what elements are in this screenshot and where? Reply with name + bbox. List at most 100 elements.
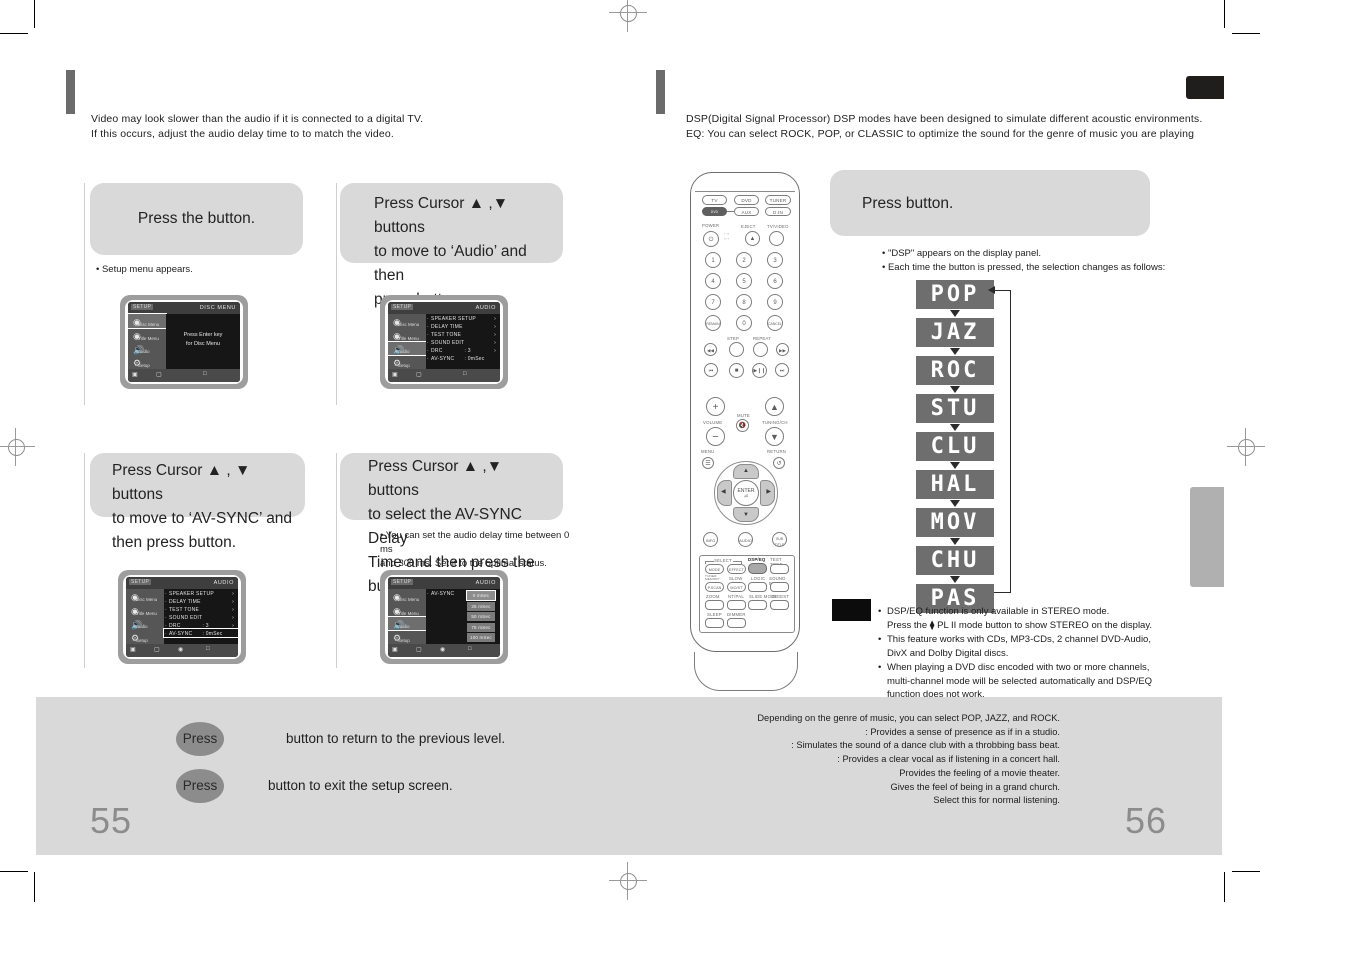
screen3-side-title-menu[interactable]: ◉ Title Menu <box>126 603 164 617</box>
menu-row[interactable]: · TEST TONE › <box>164 605 238 613</box>
crop-mark-tl-v <box>34 0 35 28</box>
remote-button-testtone[interactable] <box>770 564 789 574</box>
remote-button-remain[interactable]: REMAIN <box>705 315 721 331</box>
sequence-arrow-icon <box>916 575 994 584</box>
remote-button-zoom[interactable] <box>705 600 724 610</box>
left-intro-text: Video may look slower than the audio if … <box>91 113 424 140</box>
remote-button-volume-up[interactable]: + <box>706 397 725 416</box>
remote-button-mode[interactable]: MODE <box>705 564 724 574</box>
remote-button-next-track[interactable]: ⏭ <box>775 363 789 377</box>
remote-button-dimmer[interactable] <box>727 618 746 628</box>
menu-row[interactable]: · DELAY TIME › <box>164 597 238 605</box>
screen4-side-title-menu[interactable]: ◉ Title Menu <box>388 603 426 617</box>
remote-button-4[interactable]: 4 <box>705 273 721 289</box>
screen4-side-disc-menu[interactable]: ◉ Disc Menu <box>388 589 426 603</box>
menu-row[interactable]: · SOUND EDIT › <box>426 338 500 346</box>
screen4-side-audio[interactable]: 🔊 Audio <box>388 615 427 632</box>
menu-row-selected[interactable]: · AV-SYNC : 0mSec <box>163 627 238 638</box>
screen3-side-setup[interactable]: ⚙ Setup <box>126 630 164 644</box>
remote-button-rewind[interactable]: ◀◀ <box>704 343 717 356</box>
option-item[interactable]: 0 mSec <box>465 590 497 601</box>
step4-tv-screen: SETUP AUDIO ◉ Disc Menu ◉ Title Menu 🔊 A… <box>380 570 508 664</box>
screen1-side-disc-menu[interactable]: ◉ Disc Menu <box>128 313 167 329</box>
remote-button-repeat[interactable] <box>753 342 768 357</box>
dpad-left-button[interactable]: ◀ <box>717 480 732 506</box>
remote-button-step[interactable] <box>729 342 744 357</box>
remote-button-tvvideo[interactable] <box>769 231 784 246</box>
remote-button-tuner[interactable]: TUNER <box>765 195 791 205</box>
menu-row[interactable]: · TEST TONE › <box>426 330 500 338</box>
remote-button-3[interactable]: 3 <box>767 252 783 268</box>
screen1-title-right: DISC MENU <box>199 304 236 311</box>
remote-button-tv[interactable]: TV <box>702 195 727 205</box>
remote-button-2[interactable]: 2 <box>736 252 752 268</box>
remote-button-tuning-up[interactable]: ▲ <box>765 397 784 416</box>
option-item[interactable]: 100 mSec <box>466 633 495 642</box>
menu-row[interactable]: · DRC : 3 › <box>164 621 238 629</box>
warning-item: This feature works with CDs, MP3-CDs, 2 … <box>878 633 1208 660</box>
remote-button-5[interactable]: 5 <box>736 273 752 289</box>
menu-row[interactable]: · DRC : 3 › <box>426 346 500 354</box>
screen2-side-audio[interactable]: 🔊 Audio <box>388 340 427 357</box>
dpad-down-button[interactable]: ▼ <box>733 507 759 522</box>
option-item[interactable]: 75 mSec <box>466 622 495 632</box>
menu-row[interactable]: · SOUND EDIT › <box>164 613 238 621</box>
dpad-up-button[interactable]: ▲ <box>733 464 759 479</box>
remote-button-prev-track[interactable]: ⏮ <box>704 363 718 377</box>
remote-button-0[interactable]: 0 <box>736 315 752 331</box>
remote-button-slide-mode[interactable] <box>748 600 767 610</box>
remote-label-tuner-memory: TUNER MEMORY <box>705 574 721 582</box>
remote-button-enter[interactable]: ENTER ⏎ <box>733 480 759 506</box>
remote-button-din[interactable]: D.IN <box>765 207 791 216</box>
remote-button-play-pause[interactable]: ▶❙❙ <box>752 363 767 378</box>
footer-badge-2[interactable]: Press <box>176 769 224 803</box>
menu-row[interactable]: · DELAY TIME › <box>426 322 500 330</box>
remote-button-eject[interactable]: ▲ <box>745 231 760 246</box>
screen2-sidebar: ◉ Disc Menu ◉ Title Menu 🔊 Audio ⚙ Setup <box>388 314 427 369</box>
remote-button-8[interactable]: 8 <box>736 294 752 310</box>
remote-button-volume-down[interactable]: − <box>706 427 725 446</box>
remote-button-most[interactable]: MO/ST <box>727 582 746 592</box>
remote-button-power[interactable]: ⏻ <box>703 231 719 247</box>
menu-row[interactable]: · SPEAKER SETUP › <box>426 314 500 322</box>
remote-button-dvd-receiver[interactable]: DVD RECEIVER <box>702 207 727 223</box>
screen3-side-audio[interactable]: 🔊 Audio <box>126 617 164 631</box>
dpad-right-button[interactable]: ▶ <box>760 480 775 506</box>
remote-button-ntpal[interactable] <box>727 600 746 610</box>
remote-button-sleep[interactable] <box>705 618 724 628</box>
remote-button-subtitle[interactable]: SUB TITLE <box>772 532 787 547</box>
remote-button-7[interactable]: 7 <box>705 294 721 310</box>
screen1-side-setup[interactable]: ⚙ Setup <box>128 355 166 369</box>
screen2-side-title-menu[interactable]: ◉ Title Menu <box>388 328 426 342</box>
remote-button-aux[interactable]: AUX <box>734 207 759 216</box>
remote-button-menu[interactable]: ☰ <box>702 457 714 469</box>
screen2-side-disc-menu[interactable]: ◉ Disc Menu <box>388 314 426 328</box>
remote-button-stop[interactable]: ■ <box>729 363 744 378</box>
remote-button-tuning-down[interactable]: ▼ <box>765 427 784 446</box>
remote-button-audio[interactable]: AUDIO <box>738 532 753 547</box>
remote-button-9[interactable]: 9 <box>767 294 783 310</box>
screen4-side-setup[interactable]: ⚙ Setup <box>388 630 426 644</box>
remote-button-mute[interactable]: 🔇 <box>736 419 749 432</box>
remote-button-dspeq[interactable] <box>748 563 767 574</box>
remote-button-tuner-memory[interactable]: P.SCAN <box>705 582 724 592</box>
remote-button-info[interactable]: INFO <box>703 532 718 547</box>
menu-row[interactable]: · AV-SYNC : 0mSec <box>426 354 500 362</box>
remote-button-effect[interactable]: EFFECT <box>727 564 746 574</box>
option-item[interactable]: 50 mSec <box>466 612 495 621</box>
footer-badge-1[interactable]: Press <box>176 722 224 756</box>
screen2-side-setup[interactable]: ⚙ Setup <box>388 355 426 369</box>
remote-button-6[interactable]: 6 <box>767 273 783 289</box>
remote-button-dvd[interactable]: DVD <box>734 195 759 205</box>
remote-button-cancel[interactable]: CANCEL <box>767 315 783 331</box>
option-item[interactable]: 25 mSec <box>466 601 495 611</box>
screen3-side-disc-menu[interactable]: ◉ Disc Menu <box>126 589 164 603</box>
screen1-side-title-menu[interactable]: ◉ Title Menu <box>128 328 166 342</box>
remote-button-1[interactable]: 1 <box>705 252 721 268</box>
screen1-side-audio[interactable]: 🔊 Audio <box>128 342 166 356</box>
remote-button-logic[interactable] <box>748 582 767 592</box>
remote-button-fastforward[interactable]: ▶▶ <box>776 343 789 356</box>
menu-row[interactable]: · SPEAKER SETUP › <box>164 589 238 597</box>
remote-button-sound-edit[interactable] <box>770 582 789 592</box>
remote-button-digest[interactable] <box>770 600 789 610</box>
